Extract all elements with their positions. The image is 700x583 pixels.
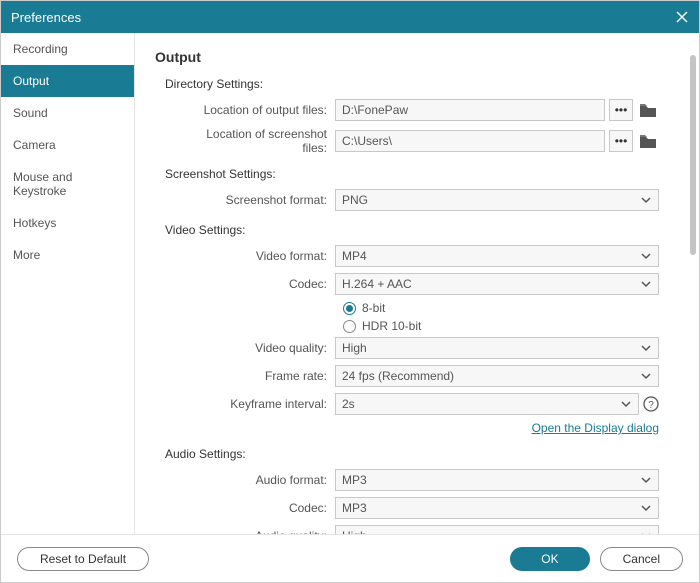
frame-rate-value: 24 fps (Recommend)	[342, 369, 640, 383]
keyframe-interval-value: 2s	[342, 397, 620, 411]
label-video-codec: Codec:	[185, 277, 335, 291]
content: Output Directory Settings: Location of o…	[135, 33, 687, 534]
label-audio-format: Audio format:	[185, 473, 335, 487]
sidebar-item-recording[interactable]: Recording	[1, 33, 134, 65]
label-keyframe-interval: Keyframe interval:	[185, 397, 335, 411]
radio-8bit-label: 8-bit	[362, 301, 385, 315]
radio-icon	[343, 302, 356, 315]
footer: Reset to Default OK Cancel	[1, 534, 699, 582]
sidebar-item-hotkeys[interactable]: Hotkeys	[1, 207, 134, 239]
chevron-down-icon	[640, 474, 652, 486]
sidebar-item-sound[interactable]: Sound	[1, 97, 134, 129]
row-keyframe-interval: Keyframe interval: 2s ?	[185, 393, 659, 415]
audio-codec-value: MP3	[342, 501, 640, 515]
chevron-down-icon	[640, 278, 652, 290]
radio-icon	[343, 320, 356, 333]
radio-8bit[interactable]: 8-bit	[343, 301, 659, 315]
chevron-down-icon	[640, 502, 652, 514]
page-title: Output	[155, 49, 659, 65]
main: Output Directory Settings: Location of o…	[135, 33, 699, 534]
row-video-quality: Video quality: High	[185, 337, 659, 359]
label-audio-codec: Codec:	[185, 501, 335, 515]
row-audio-codec: Codec: MP3	[185, 497, 659, 519]
reset-to-default-button[interactable]: Reset to Default	[17, 547, 149, 571]
audio-quality-select[interactable]: High	[335, 525, 659, 534]
browse-output-button[interactable]: •••	[609, 99, 633, 121]
chevron-down-icon	[640, 194, 652, 206]
output-location-input[interactable]	[335, 99, 605, 121]
sidebar-item-mouse-keystroke[interactable]: Mouse and Keystroke	[1, 161, 134, 207]
open-screenshot-folder-button[interactable]	[637, 130, 659, 152]
sidebar: Recording Output Sound Camera Mouse and …	[1, 33, 135, 534]
row-output-location: Location of output files: •••	[185, 99, 659, 121]
cancel-button[interactable]: Cancel	[600, 547, 683, 571]
label-output-location: Location of output files:	[185, 103, 335, 117]
preferences-window: Preferences Recording Output Sound Camer…	[0, 0, 700, 583]
ellipsis-icon: •••	[615, 103, 628, 117]
scrollbar-thumb[interactable]	[690, 55, 696, 255]
row-frame-rate: Frame rate: 24 fps (Recommend)	[185, 365, 659, 387]
section-directory-title: Directory Settings:	[165, 77, 659, 91]
audio-format-select[interactable]: MP3	[335, 469, 659, 491]
audio-format-value: MP3	[342, 473, 640, 487]
open-display-dialog-link[interactable]: Open the Display dialog	[532, 421, 659, 435]
ok-button[interactable]: OK	[510, 547, 589, 571]
audio-quality-value: High	[342, 529, 640, 534]
row-screenshot-location: Location of screenshot files: •••	[185, 127, 659, 155]
row-screenshot-format: Screenshot format: PNG	[185, 189, 659, 211]
close-icon[interactable]	[675, 10, 689, 24]
radio-hdr10bit[interactable]: HDR 10-bit	[343, 319, 659, 333]
screenshot-format-value: PNG	[342, 193, 640, 207]
scrollbar[interactable]	[689, 39, 697, 528]
display-dialog-link-row: Open the Display dialog	[185, 421, 659, 435]
ellipsis-icon: •••	[615, 134, 628, 148]
video-format-select[interactable]: MP4	[335, 245, 659, 267]
label-screenshot-format: Screenshot format:	[185, 193, 335, 207]
row-audio-quality: Audio quality: High	[185, 525, 659, 534]
window-title: Preferences	[11, 10, 675, 25]
section-video-title: Video Settings:	[165, 223, 659, 237]
body: Recording Output Sound Camera Mouse and …	[1, 33, 699, 534]
sidebar-item-camera[interactable]: Camera	[1, 129, 134, 161]
video-quality-value: High	[342, 341, 640, 355]
screenshot-location-input[interactable]	[335, 130, 605, 152]
chevron-down-icon	[620, 398, 632, 410]
radio-hdr-label: HDR 10-bit	[362, 319, 421, 333]
label-frame-rate: Frame rate:	[185, 369, 335, 383]
titlebar: Preferences	[1, 1, 699, 33]
section-screenshot-title: Screenshot Settings:	[165, 167, 659, 181]
label-video-format: Video format:	[185, 249, 335, 263]
folder-icon	[640, 104, 656, 117]
help-icon[interactable]: ?	[643, 396, 659, 412]
row-video-format: Video format: MP4	[185, 245, 659, 267]
label-audio-quality: Audio quality:	[185, 529, 335, 534]
browse-screenshot-button[interactable]: •••	[609, 130, 633, 152]
video-codec-value: H.264 + AAC	[342, 277, 640, 291]
open-output-folder-button[interactable]	[637, 99, 659, 121]
chevron-down-icon	[640, 250, 652, 262]
frame-rate-select[interactable]: 24 fps (Recommend)	[335, 365, 659, 387]
section-audio-title: Audio Settings:	[165, 447, 659, 461]
audio-codec-select[interactable]: MP3	[335, 497, 659, 519]
video-quality-select[interactable]: High	[335, 337, 659, 359]
sidebar-item-more[interactable]: More	[1, 239, 134, 271]
sidebar-item-output[interactable]: Output	[1, 65, 134, 97]
chevron-down-icon	[640, 370, 652, 382]
screenshot-format-select[interactable]: PNG	[335, 189, 659, 211]
row-audio-format: Audio format: MP3	[185, 469, 659, 491]
chevron-down-icon	[640, 342, 652, 354]
label-screenshot-location: Location of screenshot files:	[185, 127, 335, 155]
svg-text:?: ?	[648, 400, 654, 411]
video-format-value: MP4	[342, 249, 640, 263]
video-codec-select[interactable]: H.264 + AAC	[335, 273, 659, 295]
chevron-down-icon	[640, 530, 652, 534]
row-video-codec: Codec: H.264 + AAC	[185, 273, 659, 295]
keyframe-interval-select[interactable]: 2s	[335, 393, 639, 415]
folder-icon	[640, 135, 656, 148]
label-video-quality: Video quality:	[185, 341, 335, 355]
